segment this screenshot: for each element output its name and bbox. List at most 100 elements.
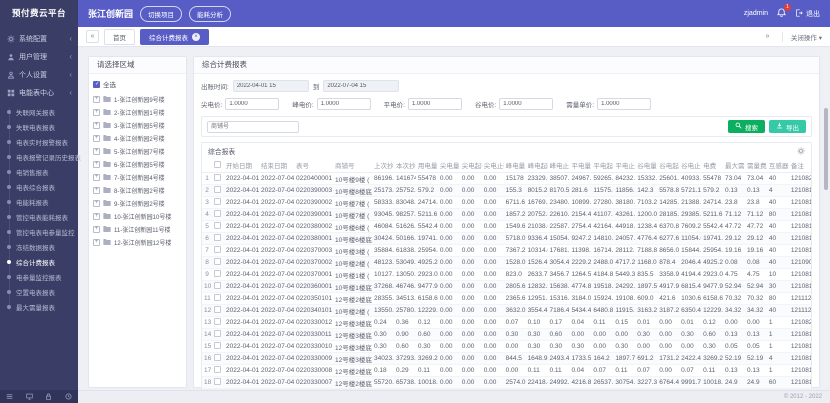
expand-node-icon[interactable]: + (93, 200, 100, 207)
sidebar-item-电表报警记录历史报表[interactable]: 电表报警记录历史报表 (0, 149, 78, 164)
expand-node-icon[interactable]: + (93, 135, 100, 142)
tree-node[interactable]: +11-张江创新园11号楼 (93, 223, 182, 236)
tree-node[interactable]: +8-张江创新园2号楼 (93, 184, 182, 197)
sidebar-item-管控电表能耗报表[interactable]: 管控电表能耗报表 (0, 209, 78, 224)
menu-icon[interactable] (6, 393, 13, 400)
tree-node[interactable]: +2-张江创新园1号楼 (93, 106, 182, 119)
search-button[interactable]: 搜索 (728, 120, 765, 133)
tree-node[interactable]: +12-张江创新园12号楼 (93, 236, 182, 249)
tree-node[interactable]: +3-张江创新园5号楼 (93, 119, 182, 132)
sidebar-item-最大需量报表[interactable]: 最大需量报表 (0, 299, 78, 314)
price-input-2[interactable] (408, 98, 462, 110)
sidebar-item-综合计费报表[interactable]: 综合计费报表 (0, 254, 78, 269)
sidebar-item-电参量监控报表[interactable]: 电参量监控报表 (0, 269, 78, 284)
shop-number-input[interactable] (207, 121, 299, 133)
price-input-0[interactable] (225, 98, 279, 110)
cell-谷电止码: 4194.4 (679, 269, 701, 281)
sidebar-menu-电能表中心[interactable]: 电能表中心‹ (0, 84, 78, 102)
tab-billing-report[interactable]: 综合计费报表 × (140, 29, 209, 45)
tree-node[interactable]: +10-张江创新园10号楼 (93, 210, 182, 223)
row-checkbox[interactable] (214, 270, 221, 277)
row-checkbox[interactable] (214, 282, 221, 289)
cell-平电起码: 26537.4 (591, 377, 613, 389)
row-checkbox[interactable] (214, 318, 221, 325)
row-checkbox[interactable] (214, 174, 221, 181)
expand-node-icon[interactable]: + (93, 161, 100, 168)
sidebar-item-冻结数据报表[interactable]: 冻结数据报表 (0, 239, 78, 254)
row-checkbox[interactable] (214, 198, 221, 205)
tree-node[interactable]: +9-张江创新园2号楼 (93, 197, 182, 210)
row-checkbox[interactable] (214, 330, 221, 337)
row-checkbox[interactable] (214, 222, 221, 229)
page-scrollbar[interactable] (823, 48, 829, 388)
price-input-3[interactable] (499, 98, 553, 110)
row-checkbox[interactable] (214, 378, 221, 385)
tree-node[interactable]: +6-张江创新园5号楼 (93, 158, 182, 171)
lock-icon[interactable] (45, 393, 52, 400)
tree-node[interactable]: +7-张江创新园4号楼 (93, 171, 182, 184)
date-from-input[interactable] (233, 80, 309, 92)
chevrons-left-icon[interactable]: « (86, 30, 99, 43)
tree-node[interactable]: +5-张江创新园7号楼 (93, 145, 182, 158)
column-settings-gear-icon[interactable] (797, 147, 805, 155)
clock-icon[interactable] (65, 393, 72, 400)
sidebar-item-失联网关报表[interactable]: 失联网关报表 (0, 104, 78, 119)
sidebar-menu-个人设置[interactable]: 个人设置‹ (0, 66, 78, 84)
switch-project-button[interactable]: 切换项目 (140, 6, 182, 22)
export-button[interactable]: 导出 (769, 120, 806, 133)
sidebar-item-电能耗报表[interactable]: 电能耗报表 (0, 194, 78, 209)
top-header: 张江创新园 切换项目 能耗分析 zjadmin 1 退出 (78, 0, 830, 27)
close-tab-icon[interactable]: × (192, 33, 200, 41)
cell-需量费用: 52.94 (745, 281, 767, 293)
row-checkbox[interactable] (214, 366, 221, 373)
checkbox-checked-icon[interactable] (93, 81, 100, 88)
expand-node-icon[interactable]: + (93, 213, 100, 220)
sidebar-item-管控电表电参量监控[interactable]: 管控电表电参量监控 (0, 224, 78, 239)
sidebar-menu-用户管理[interactable]: 用户管理‹ (0, 48, 78, 66)
row-checkbox[interactable] (214, 246, 221, 253)
cell-峰电止码: 0.11 (548, 365, 570, 377)
sidebar-item-电销售报表[interactable]: 电销售报表 (0, 164, 78, 179)
row-checkbox[interactable] (214, 306, 221, 313)
date-to-input[interactable] (323, 80, 399, 92)
row-checkbox[interactable] (214, 210, 221, 217)
row-index: 16 (202, 353, 212, 365)
cell-结束日期: 2022-07-04 (259, 281, 294, 293)
expand-node-icon[interactable]: + (93, 226, 100, 233)
row-checkbox[interactable] (214, 294, 221, 301)
expand-node-icon[interactable]: + (93, 174, 100, 181)
tree-node[interactable]: +1-张江创新园9号楼 (93, 93, 182, 106)
sidebar-item-电表实时报警报表[interactable]: 电表实时报警报表 (0, 134, 78, 149)
expand-node-icon[interactable]: + (93, 109, 100, 116)
row-checkbox[interactable] (214, 354, 221, 361)
row-checkbox[interactable] (214, 342, 221, 349)
monitor-icon[interactable] (26, 393, 33, 400)
notifications-button[interactable]: 1 (777, 8, 786, 19)
expand-node-icon[interactable]: + (93, 187, 100, 194)
sidebar-item-空置电表报表[interactable]: 空置电表报表 (0, 284, 78, 299)
price-input-1[interactable] (317, 98, 371, 110)
sidebar-item-失联电表报表[interactable]: 失联电表报表 (0, 119, 78, 134)
row-checkbox[interactable] (214, 258, 221, 265)
sidebar-menu-系统配置[interactable]: 系统配置‹ (0, 30, 78, 48)
tree-node[interactable]: +4-张江创新园2号楼 (93, 132, 182, 145)
expand-node-icon[interactable]: + (93, 239, 100, 246)
cell-表号: 0220330007 (294, 377, 333, 389)
cell-本次抄表: 83048.00 (394, 197, 416, 209)
scrollbar-thumb[interactable] (824, 108, 828, 190)
expand-node-icon[interactable]: + (93, 122, 100, 129)
cell-尖电量: 0.00 (438, 341, 460, 353)
logout-button[interactable]: 退出 (795, 9, 820, 19)
row-checkbox[interactable] (214, 234, 221, 241)
energy-analysis-button[interactable]: 能耗分析 (189, 6, 231, 22)
row-checkbox[interactable] (214, 186, 221, 193)
price-input-4[interactable] (597, 98, 651, 110)
expand-node-icon[interactable]: + (93, 96, 100, 103)
select-all-checkbox[interactable]: 全选 (93, 79, 182, 89)
select-all-rows-checkbox[interactable] (214, 161, 221, 168)
chevrons-right-icon[interactable]: » (761, 30, 774, 43)
tab-home[interactable]: 首页 (104, 29, 135, 45)
expand-node-icon[interactable]: + (93, 148, 100, 155)
close-operations-dropdown[interactable]: 关闭操作 ▾ (782, 32, 822, 42)
sidebar-item-电表综合报表[interactable]: 电表综合报表 (0, 179, 78, 194)
